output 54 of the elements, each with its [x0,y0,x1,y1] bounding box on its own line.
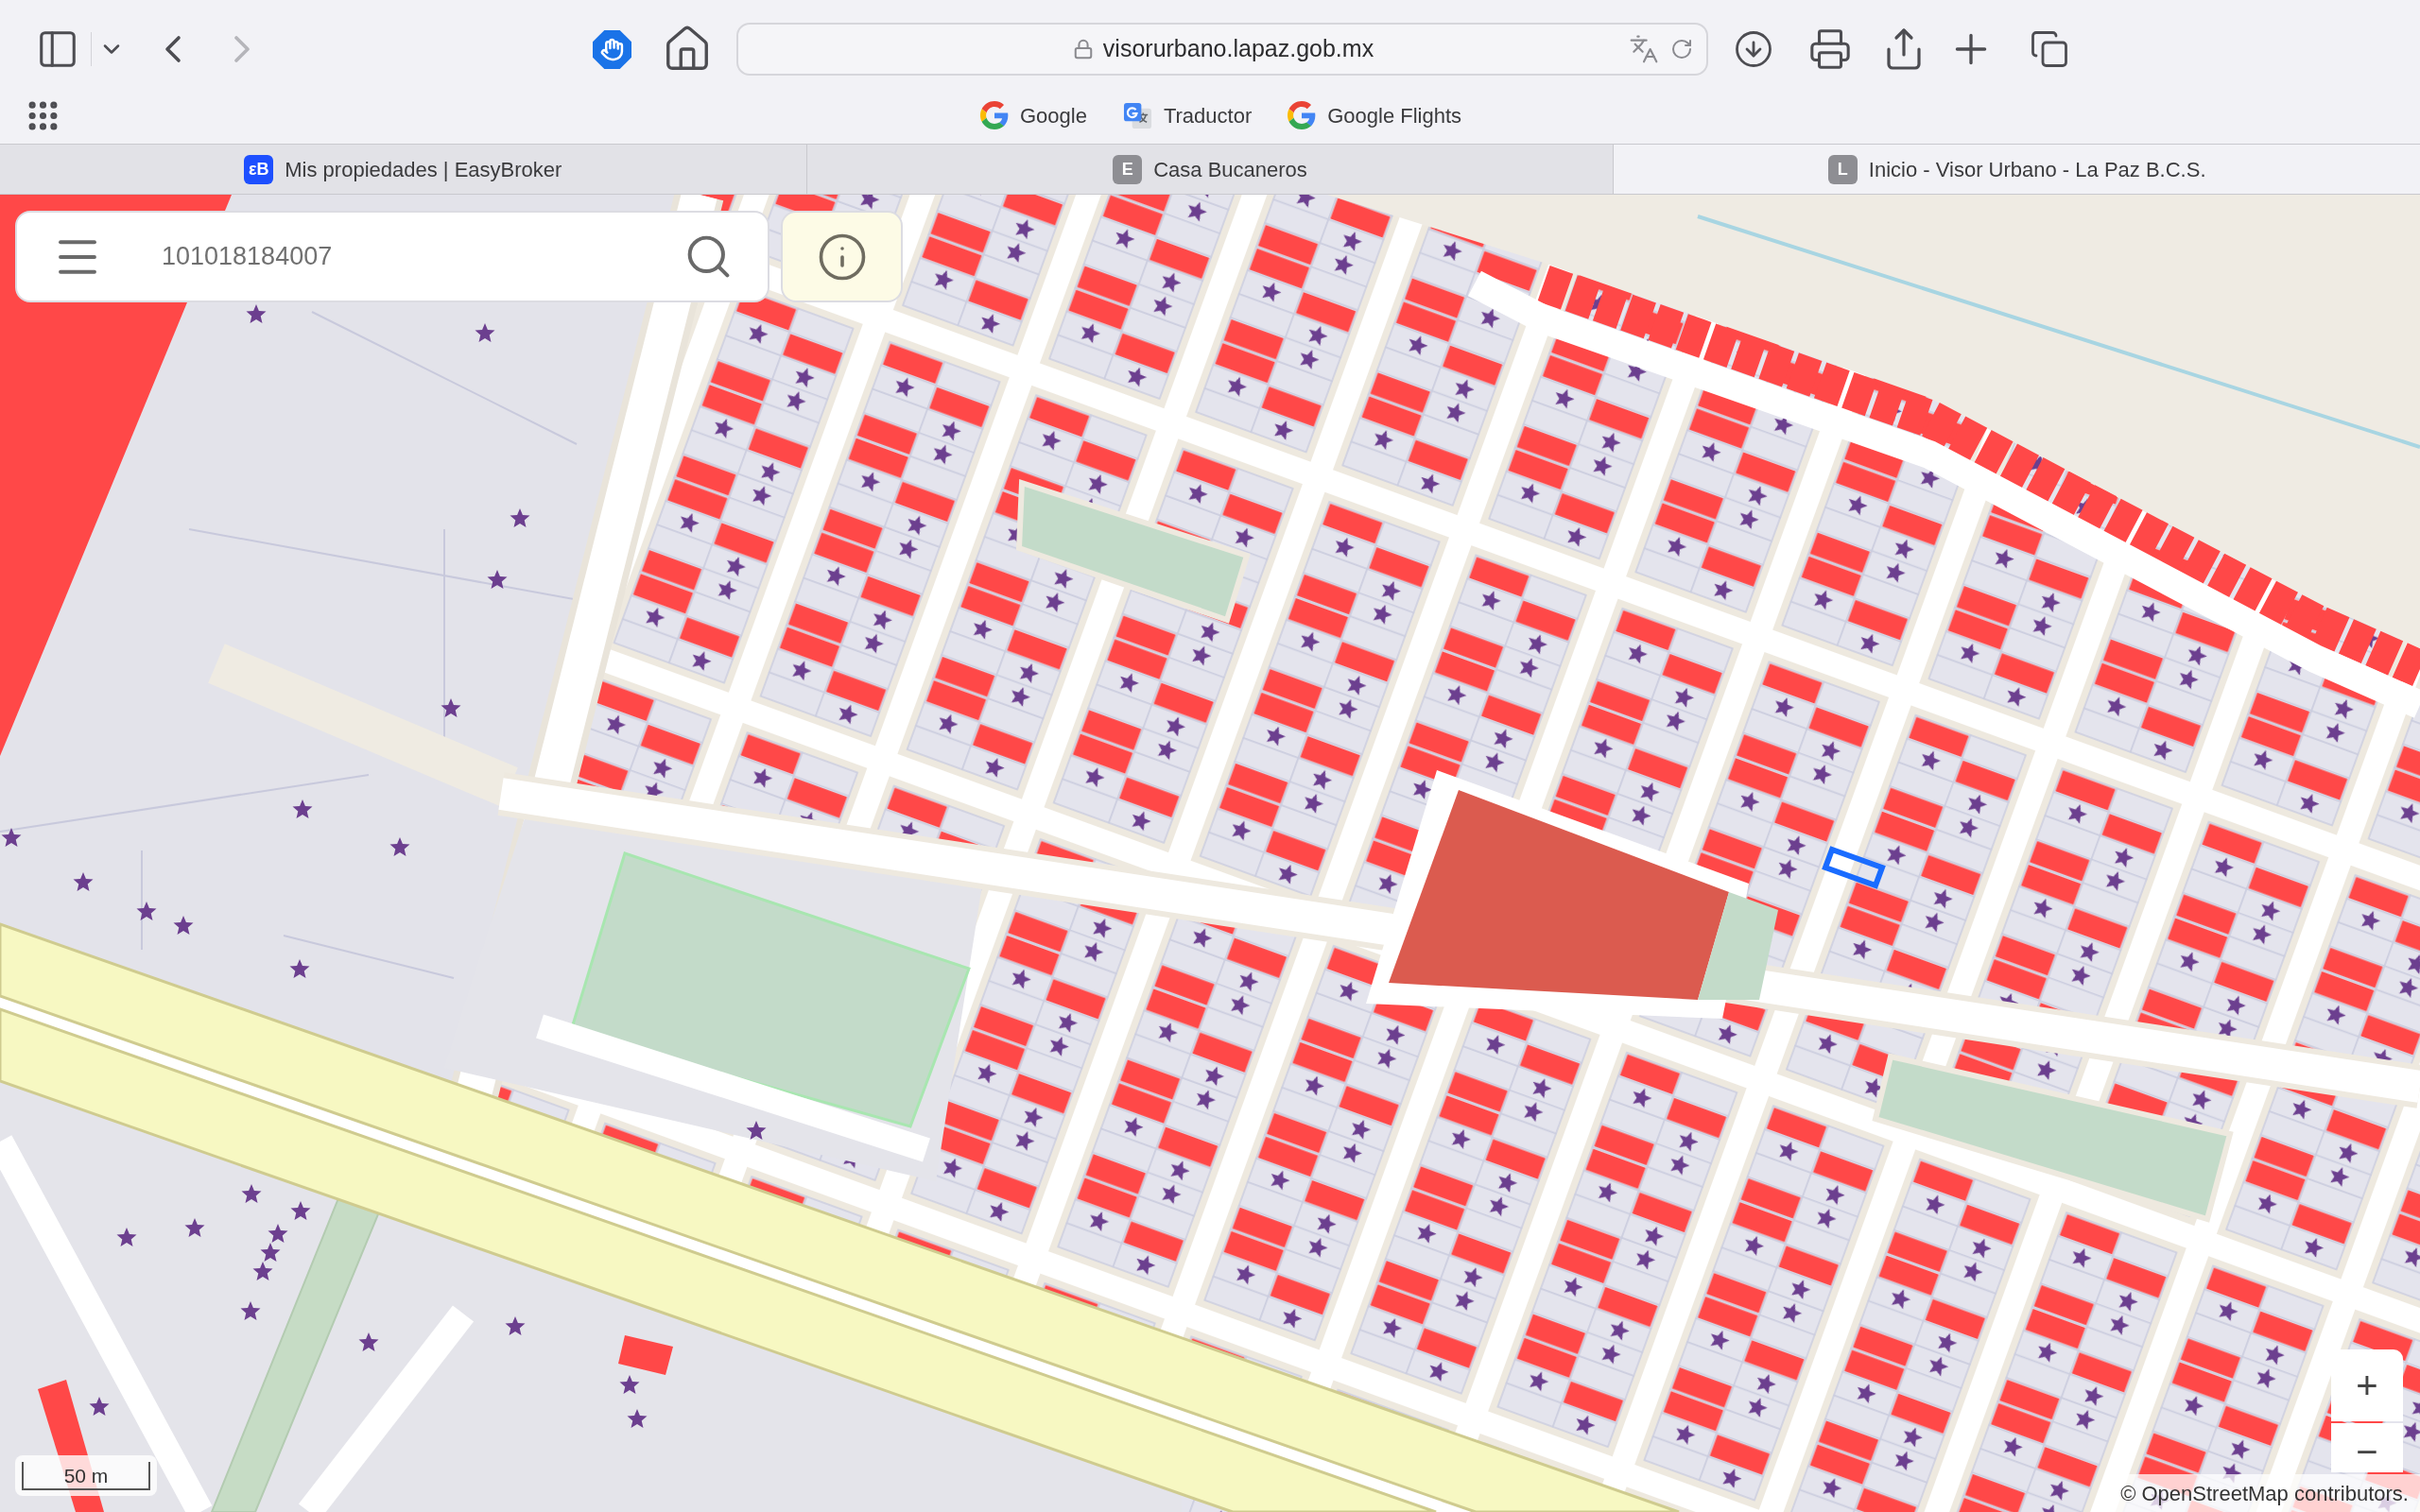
star-marker-icon [1,828,22,847]
star-marker-icon [89,1397,110,1416]
tab-favicon: E [1113,154,1143,184]
star-marker-icon [173,916,194,935]
tab-overview-icon[interactable] [2030,29,2069,69]
star-marker-icon [505,1316,526,1335]
star-marker-icon [246,304,267,323]
bookmark-link[interactable]: Google Flights [1288,99,1462,131]
address-bar[interactable]: visorurbano.lapaz.gob.mx [736,23,1708,76]
zoom-out-button[interactable]: − [2331,1423,2403,1472]
bookmark-link[interactable]: Traductor [1122,99,1253,131]
print-icon[interactable] [1808,27,1852,71]
star-marker-icon [240,1301,261,1320]
star-marker-icon [510,508,530,527]
zoom-in-button[interactable]: + [2331,1349,2403,1421]
browser-tab[interactable]: E Casa Bucaneros [806,145,1615,194]
star-marker-icon [136,902,157,920]
star-marker-icon [627,1409,648,1428]
star-marker-icon [116,1228,137,1246]
star-marker-icon [268,1224,288,1243]
search-field[interactable]: 101018184007 [162,228,683,285]
star-marker-icon [241,1184,262,1203]
star-marker-icon [260,1243,281,1262]
star-marker-icon [475,323,495,342]
star-marker-icon [619,1375,640,1394]
reload-icon[interactable] [1670,38,1693,60]
browser-tab[interactable]: εB Mis propiedades | EasyBroker [0,145,807,194]
info-button[interactable] [781,211,903,302]
star-marker-icon [290,1201,311,1220]
star-marker-icon [292,799,313,818]
url-text: visorurbano.lapaz.gob.mx [1102,34,1374,64]
star-marker-icon [389,837,410,856]
star-marker-icon [358,1332,379,1351]
tab-favicon: εB [244,154,274,184]
star-marker-icon [252,1262,273,1280]
browser-tab[interactable]: L Inicio - Visor Urbano - La Paz B.C.S. [1614,145,2420,194]
tab-favicon: L [1827,154,1858,184]
download-icon[interactable] [1734,29,1773,69]
google-logo-icon [1288,101,1317,129]
parcel-area [618,1335,673,1375]
star-marker-icon [487,570,508,589]
bookmark-link[interactable]: Google [979,99,1087,131]
scale-bar: 50 m [22,1462,150,1490]
star-marker-icon [441,698,461,717]
hand-stop-icon[interactable] [593,29,631,69]
selected-parcel-outline [1822,846,1886,889]
star-marker-icon [746,1121,767,1140]
translate-icon[interactable] [1629,34,1659,64]
translate-app-icon [1122,100,1152,130]
google-logo-icon [979,101,1009,129]
star-marker-icon [73,872,94,891]
star-marker-icon [184,1218,205,1237]
search-bar[interactable]: 101018184007 [15,211,769,302]
star-marker-icon [289,959,310,978]
